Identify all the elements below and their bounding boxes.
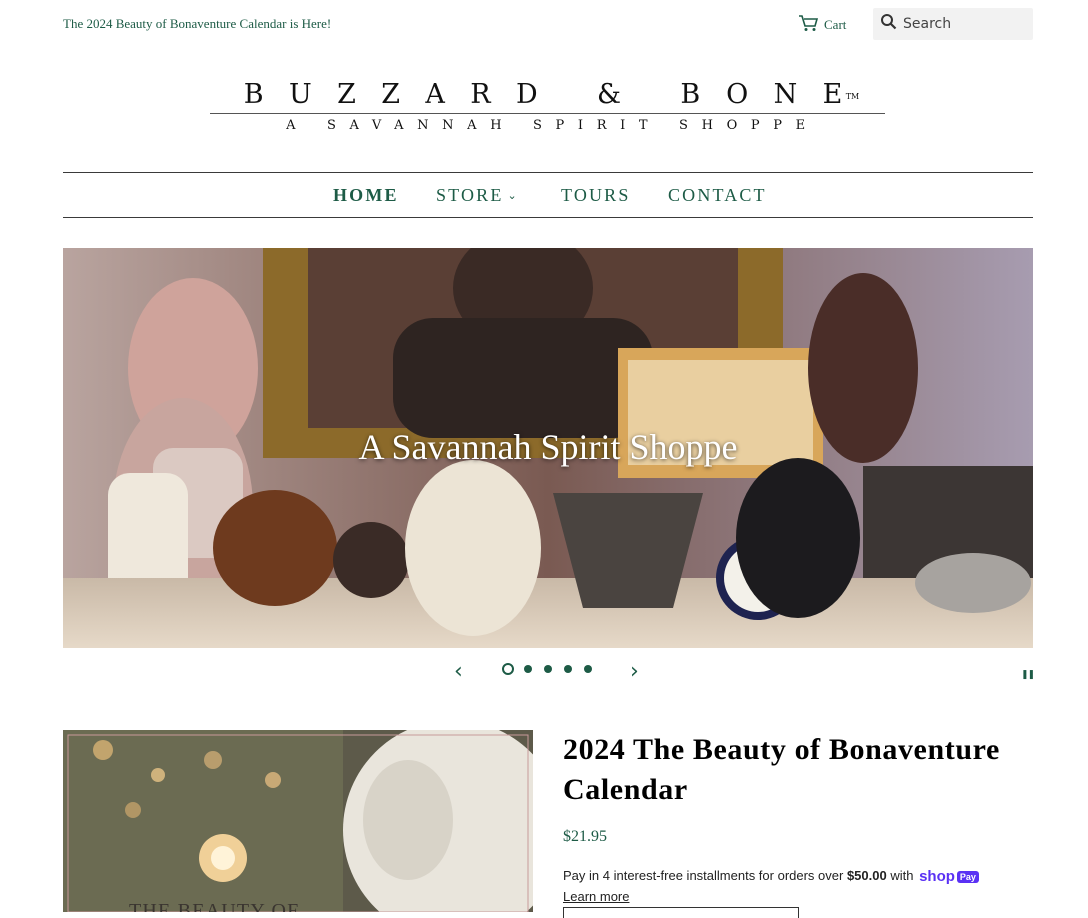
site-logo[interactable]: BUZZARD & BONETM A SAVANNAH SPIRIT SHOPP… bbox=[210, 80, 885, 140]
slide-dot-2[interactable] bbox=[524, 665, 532, 673]
nav-item-contact[interactable]: CONTACT bbox=[668, 185, 767, 206]
cart-icon bbox=[798, 14, 819, 36]
main-nav: HOME STORE ⌄ TOURS CONTACT bbox=[63, 172, 1033, 218]
trademark-mark: TM bbox=[845, 92, 860, 101]
slideshow-controls: ‹ › ❚❚ bbox=[0, 660, 1088, 686]
shop-pay-word: shop bbox=[919, 868, 955, 886]
search-icon bbox=[873, 13, 897, 35]
shop-pay-logo: shop Pay bbox=[919, 868, 979, 885]
cart-label: Cart bbox=[824, 17, 847, 32]
logo-divider bbox=[210, 113, 885, 114]
logo-wordmark: BUZZARD & BONETM bbox=[210, 80, 885, 110]
product-image[interactable]: THE BEAUTY OF bbox=[63, 730, 533, 912]
slide-dot-1[interactable] bbox=[502, 663, 514, 675]
top-bar: The 2024 Beauty of Bonaventure Calendar … bbox=[63, 8, 1033, 40]
hero-caption: A Savannah Spirit Shoppe bbox=[358, 427, 738, 467]
chevron-left-icon[interactable]: ‹ bbox=[454, 660, 463, 684]
installments-suffix: with bbox=[886, 868, 918, 883]
pause-icon[interactable]: ❚❚ bbox=[1021, 670, 1035, 680]
search-box[interactable] bbox=[873, 8, 1033, 40]
nav-item-store[interactable]: STORE ⌄ bbox=[436, 185, 519, 206]
cart-link[interactable]: Cart bbox=[798, 14, 846, 36]
nav-item-home[interactable]: HOME bbox=[333, 185, 399, 206]
slide-dot-4[interactable] bbox=[564, 665, 572, 673]
product-title: 2024 The Beauty of Bonaventure Calendar bbox=[563, 733, 1000, 806]
logo-main-text: BUZZARD & BONE bbox=[243, 79, 868, 110]
search-input[interactable] bbox=[903, 16, 1023, 32]
hero-slideshow[interactable]: A Savannah Spirit Shoppe bbox=[63, 248, 1033, 648]
installments-prefix: Pay in 4 interest-free installments for … bbox=[563, 868, 847, 883]
product-price: $21.95 bbox=[563, 828, 607, 845]
installments-text: Pay in 4 interest-free installments for … bbox=[563, 868, 979, 885]
nav-item-store-label: STORE bbox=[436, 185, 504, 205]
logo-tagline: A SAVANNAH SPIRIT SHOPPE bbox=[286, 118, 819, 133]
announcement-bar[interactable]: The 2024 Beauty of Bonaventure Calendar … bbox=[63, 16, 331, 32]
quantity-field[interactable] bbox=[563, 907, 799, 918]
learn-more-link[interactable]: Learn more bbox=[563, 889, 629, 904]
installments-threshold: $50.00 bbox=[846, 868, 887, 883]
product-image-text: THE BEAUTY OF bbox=[129, 900, 300, 912]
nav-item-tours[interactable]: TOURS bbox=[561, 185, 631, 206]
product-photo bbox=[63, 730, 533, 912]
chevron-down-icon: ⌄ bbox=[507, 190, 519, 202]
chevron-right-icon[interactable]: › bbox=[630, 660, 639, 684]
shop-pay-badge: Pay bbox=[956, 870, 979, 883]
slide-dot-3[interactable] bbox=[544, 665, 552, 673]
slide-dot-5[interactable] bbox=[584, 665, 592, 673]
